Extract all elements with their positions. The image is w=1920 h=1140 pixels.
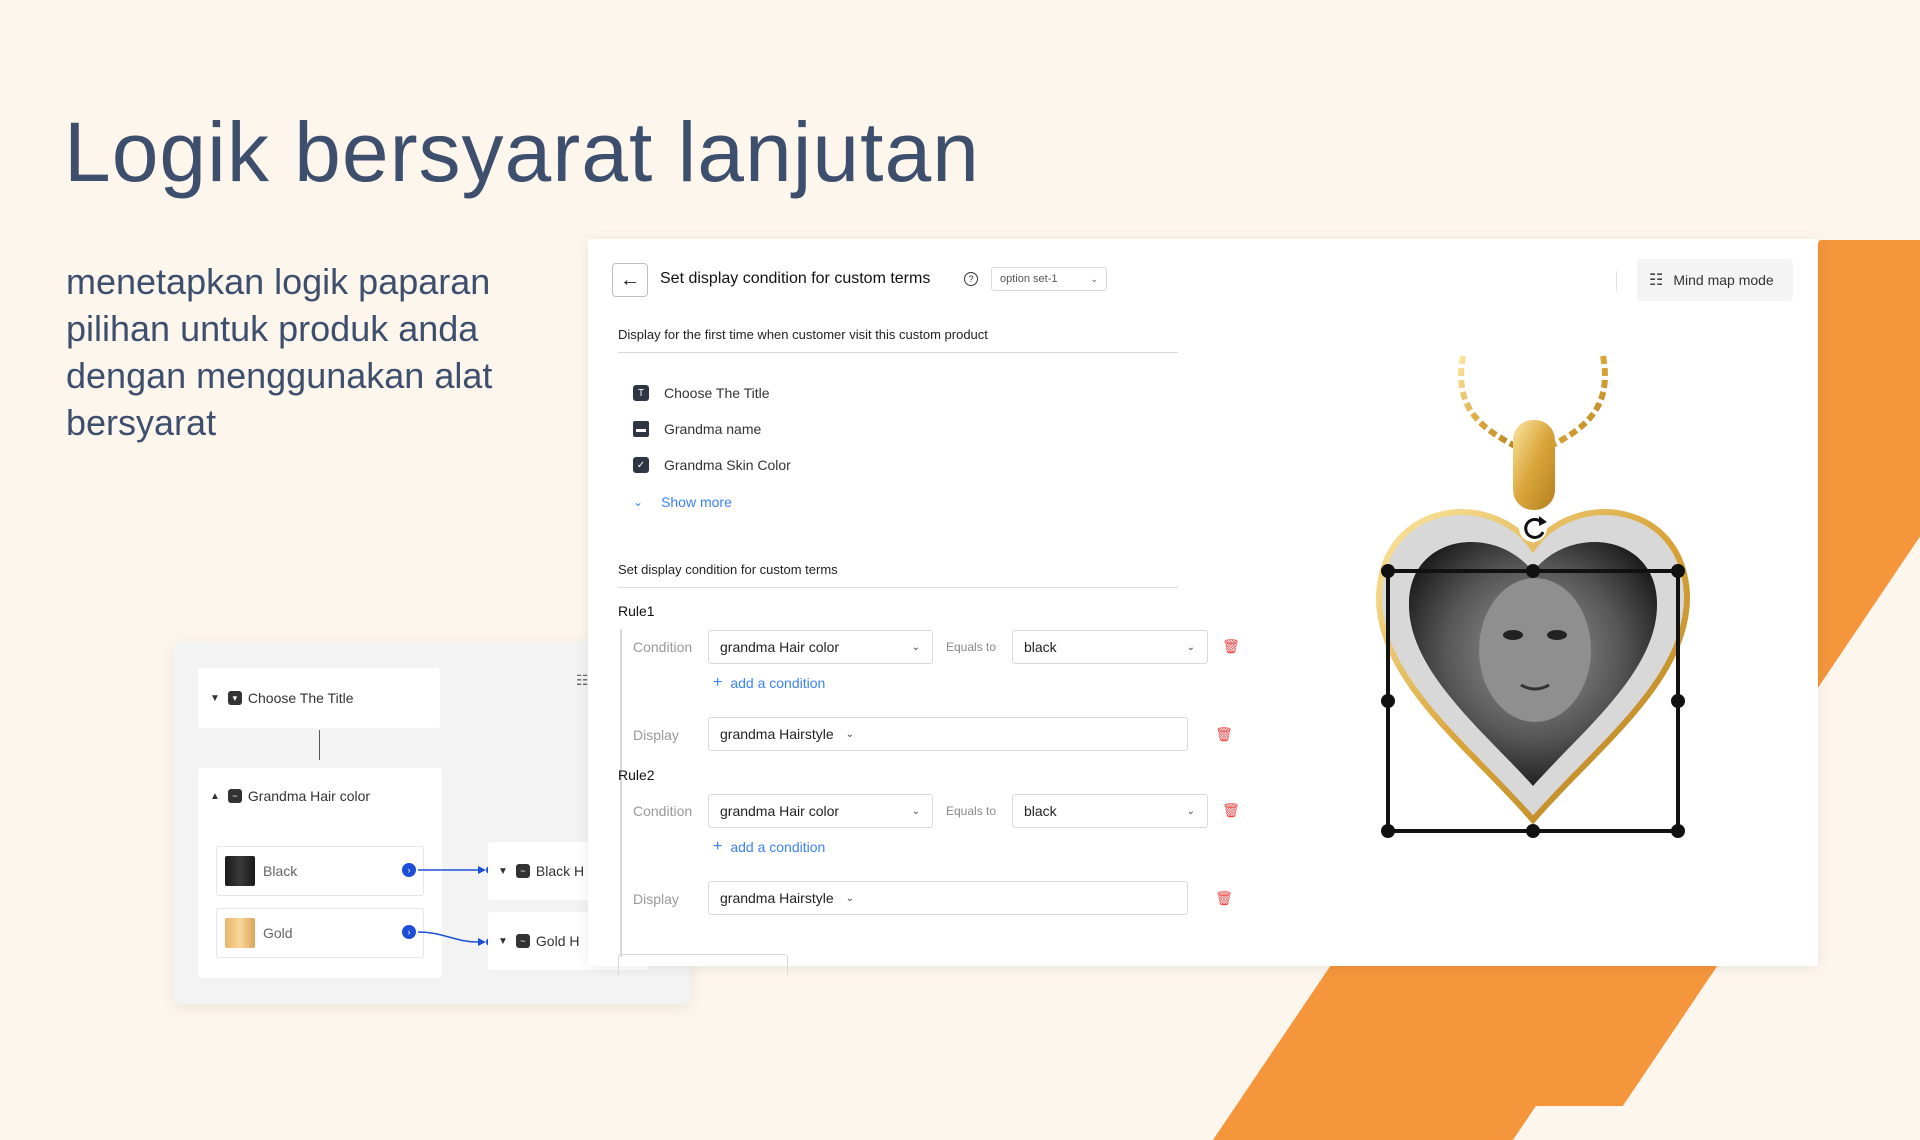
display-select[interactable]: grandma Hairstyle ⌄ [708, 717, 1188, 751]
add-rule-button[interactable] [618, 954, 788, 975]
condition-field-select[interactable]: grandma Hair color ⌄ [708, 794, 933, 828]
option-set-value: option set-1 [1000, 273, 1058, 285]
condition-value-select[interactable]: black ⌄ [1012, 630, 1208, 664]
divider [1616, 271, 1617, 291]
first-visit-label: Display for the first time when customer… [618, 327, 988, 342]
chevron-down-icon: ⌄ [911, 641, 920, 653]
back-button[interactable]: ← [612, 263, 648, 297]
trash-icon[interactable]: 🗑 [1215, 890, 1233, 906]
target-label: Black H [535, 863, 585, 879]
term-item[interactable]: ✓ Grandma Skin Color [633, 457, 791, 473]
trash-icon[interactable]: 🗑 [1222, 638, 1240, 654]
term-item[interactable]: T Choose The Title [633, 385, 770, 401]
display-label: Display [633, 727, 679, 743]
condition-value: black [1024, 803, 1057, 819]
panel-title: Set display condition for custom terms [660, 270, 931, 287]
chevron-down-icon: ⌄ [845, 728, 854, 740]
display-value: grandma Hairstyle [720, 726, 834, 742]
condition-field-value: grandma Hair color [720, 803, 840, 819]
option-set-select[interactable]: option set-1 ⌄ [991, 267, 1107, 291]
condition-value-select[interactable]: black ⌄ [1012, 794, 1208, 828]
folder-icon: ▬ [633, 421, 649, 437]
chevron-down-icon: ⌄ [1186, 641, 1195, 653]
rule-bar [620, 793, 622, 957]
display-select[interactable]: grandma Hairstyle ⌄ [708, 881, 1188, 915]
arrow-left-icon: ← [620, 268, 640, 291]
pendant-preview [1375, 355, 1691, 838]
target-label: Gold H [535, 933, 580, 949]
term-label: Grandma name [664, 421, 762, 437]
display-label: Display [633, 891, 679, 907]
hero-title: Logik bersyarat lanjutan [64, 105, 980, 199]
chevron-down-icon: ⌄ [1090, 273, 1098, 284]
help-icon[interactable]: ? [964, 272, 978, 286]
swatch-icon: ~ [515, 934, 530, 948]
add-condition-link[interactable]: + add a condition [713, 838, 825, 856]
swatch-icon: ~ [515, 864, 530, 878]
condition-label: Condition [633, 803, 693, 819]
condition-field-select[interactable]: grandma Hair color ⌄ [708, 630, 933, 664]
mind-map-mode-label: Mind map mode [1673, 272, 1774, 288]
list-icon: ☷ [1649, 272, 1664, 289]
caret-down-icon[interactable]: ▼ [498, 936, 508, 947]
trash-icon[interactable]: 🗑 [1215, 726, 1233, 742]
plus-icon: + [713, 674, 723, 691]
condition-value: black [1024, 639, 1057, 655]
divider [618, 352, 1178, 353]
hero-description: menetapkan logik paparan pilihan untuk p… [66, 261, 493, 443]
caret-down-icon[interactable]: ▼ [498, 866, 508, 877]
term-label: Grandma Skin Color [664, 457, 791, 473]
operator-label: Equals to [946, 804, 997, 818]
term-label: Choose The Title [664, 385, 770, 401]
trash-icon[interactable]: 🗑 [1222, 802, 1240, 818]
chevron-down-icon: ⌄ [1186, 805, 1195, 817]
divider [618, 587, 1178, 588]
display-value: grandma Hairstyle [720, 890, 834, 906]
mind-map-mode-button[interactable]: ☷ Mind map mode [1637, 259, 1793, 301]
list-icon[interactable]: ☷ [576, 672, 589, 689]
title-icon: T [633, 385, 649, 401]
condition-section-label: Set display condition for custom terms [618, 562, 838, 577]
chevron-down-icon: ⌄ [845, 892, 854, 904]
checkbox-icon: ✓ [633, 457, 649, 473]
condition-field-value: grandma Hair color [720, 639, 840, 655]
add-condition-label: add a condition [730, 675, 826, 691]
add-condition-label: add a condition [730, 839, 826, 855]
chevron-down-icon: ⌄ [633, 495, 644, 509]
decorative-stripe [1242, 966, 1718, 1106]
rule-label: Rule2 [618, 767, 655, 783]
term-item[interactable]: ▬ Grandma name [633, 421, 761, 437]
show-more-label: Show more [661, 494, 732, 510]
show-more-link[interactable]: ⌄ Show more [633, 494, 732, 510]
add-condition-link[interactable]: + add a condition [713, 674, 825, 692]
plus-icon: + [713, 838, 723, 855]
chevron-down-icon: ⌄ [911, 805, 920, 817]
rule-label: Rule1 [618, 603, 655, 619]
operator-label: Equals to [946, 640, 997, 654]
condition-label: Condition [633, 639, 693, 655]
